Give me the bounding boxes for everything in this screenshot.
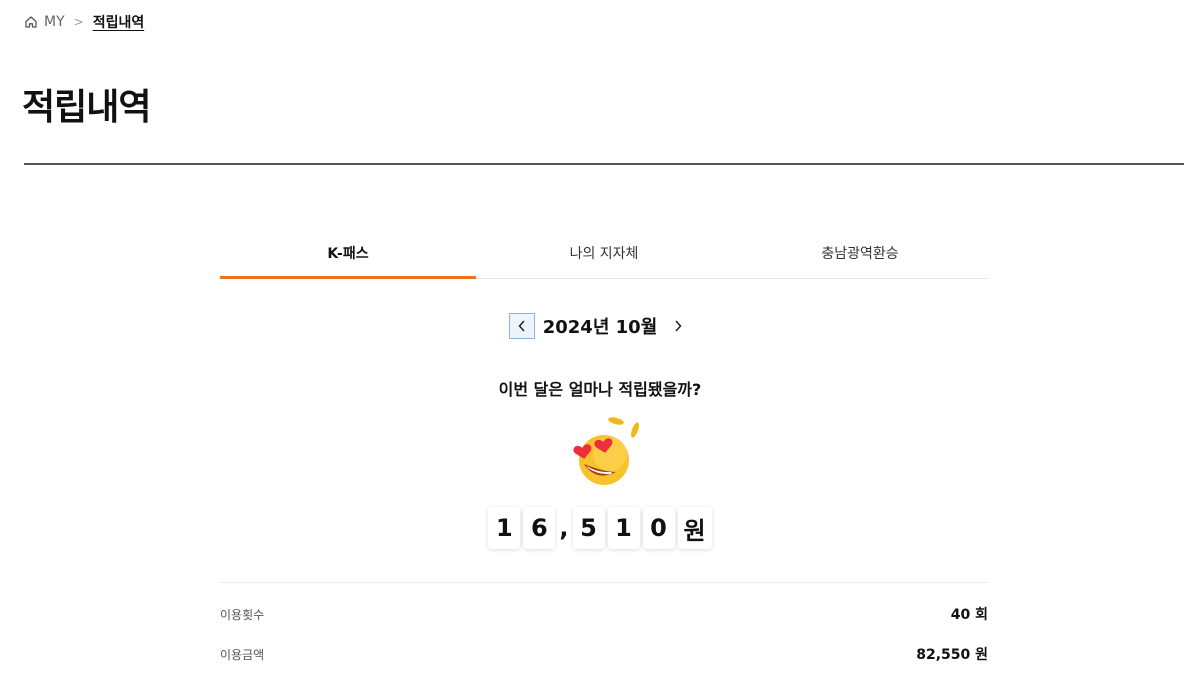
savings-counter: 1 6 , 5 1 0 원	[0, 507, 1200, 549]
usage-amount-row: 이용금액 82,550 원	[220, 643, 988, 665]
counter-comma: ,	[559, 514, 569, 542]
counter-digit: 0	[642, 507, 675, 549]
breadcrumb-current[interactable]: 적립내역	[93, 12, 145, 32]
counter-digit: 1	[607, 507, 640, 549]
tab-my-municipality[interactable]: 나의 지자체	[476, 228, 732, 278]
chevron-left-icon	[518, 320, 525, 332]
breadcrumb-separator: >	[73, 15, 84, 29]
next-month-button[interactable]	[665, 313, 691, 339]
tab-k-pass[interactable]: K-패스	[220, 228, 476, 279]
title-divider	[24, 163, 1184, 165]
counter-digit: 6	[523, 507, 556, 549]
usage-amount-label: 이용금액	[220, 647, 265, 662]
breadcrumb: MY > 적립내역	[24, 12, 144, 32]
counter-digit: 1	[488, 507, 521, 549]
heart-eyes-coins-icon	[566, 412, 646, 492]
tab-chungnam-transfer[interactable]: 충남광역환승	[732, 228, 988, 278]
usage-count-row: 이용횟수 40 회	[220, 603, 988, 625]
savings-question: 이번 달은 얼마나 적립됐을까?	[498, 380, 702, 399]
usage-amount-value: 82,550 원	[916, 647, 988, 663]
counter-digit: 5	[572, 507, 605, 549]
current-month-label: 2024년 10월	[542, 317, 658, 338]
usage-count-label: 이용횟수	[220, 607, 265, 622]
home-icon[interactable]	[24, 15, 38, 29]
breadcrumb-parent[interactable]: MY	[44, 14, 65, 30]
section-divider	[220, 582, 988, 583]
page-title: 적립내역	[22, 87, 151, 128]
prev-month-button[interactable]	[508, 313, 535, 339]
counter-unit: 원	[677, 507, 712, 549]
chevron-right-icon	[675, 320, 682, 332]
month-navigator: 2024년 10월	[0, 312, 1200, 340]
usage-count-value: 40 회	[950, 607, 988, 623]
tab-bar: K-패스 나의 지자체 충남광역환승	[220, 228, 988, 279]
